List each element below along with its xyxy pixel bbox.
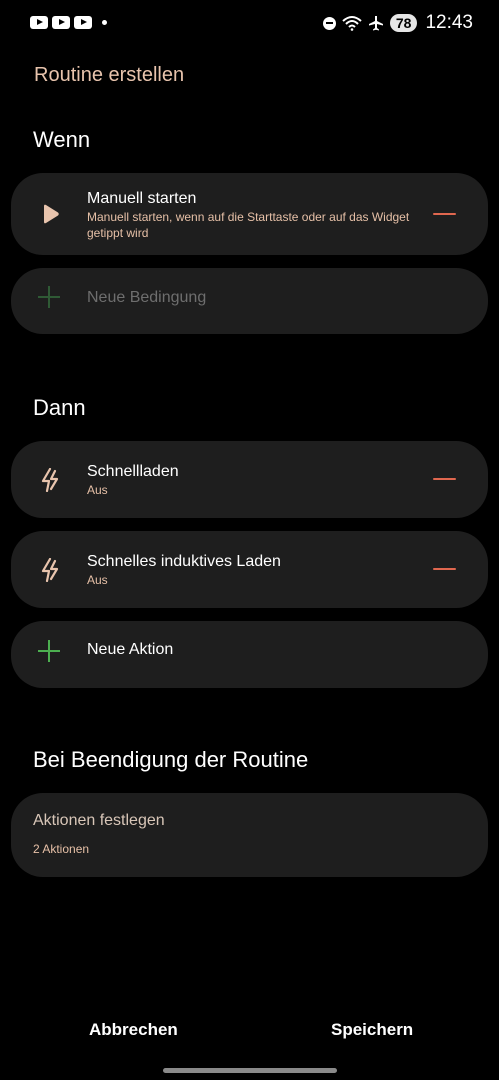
condition-card-manual-start[interactable]: Manuell starten Manuell starten, wenn au… — [11, 173, 488, 255]
status-time: 12:43 — [425, 12, 473, 33]
action-title: Schnelles induktives Laden — [87, 553, 281, 570]
plus-icon — [38, 640, 60, 662]
add-action-button[interactable]: Neue Aktion — [11, 621, 488, 688]
do-not-disturb-icon — [322, 16, 336, 30]
home-indicator[interactable] — [163, 1068, 337, 1073]
notification-icons — [30, 16, 107, 29]
action-subtitle: Aus — [87, 483, 108, 497]
cancel-button[interactable]: Abbrechen — [89, 1020, 178, 1040]
add-action-label: Neue Aktion — [87, 641, 174, 658]
add-condition-button: Neue Bedingung — [11, 268, 488, 334]
youtube-icon — [30, 16, 48, 29]
remove-condition-button[interactable] — [433, 213, 456, 215]
youtube-icon — [74, 16, 92, 29]
condition-subtitle: Manuell starten, wenn auf die Starttaste… — [87, 210, 410, 240]
more-notifications-dot — [102, 20, 107, 25]
action-title: Schnellladen — [87, 463, 179, 480]
action-card-fast-wireless-charge[interactable]: Schnelles induktives Laden Aus — [11, 531, 488, 608]
end-actions-count: 2 Aktionen — [33, 842, 90, 856]
then-section-title: Dann — [33, 395, 86, 420]
battery-indicator: 78 — [389, 14, 418, 32]
page-title: Routine erstellen — [34, 64, 185, 86]
when-section-title: Wenn — [33, 127, 91, 152]
airplane-icon — [368, 16, 383, 31]
fast-charge-icon — [41, 468, 59, 492]
end-actions-card[interactable]: Aktionen festlegen 2 Aktionen — [11, 793, 488, 877]
fast-charge-icon — [41, 558, 59, 582]
wifi-icon — [342, 16, 362, 31]
end-section-title: Bei Beendigung der Routine — [33, 747, 309, 772]
condition-title: Manuell starten — [87, 190, 197, 207]
end-actions-title: Aktionen festlegen — [33, 812, 165, 829]
system-icons: 78 12:43 — [322, 12, 473, 34]
plus-icon — [38, 286, 60, 308]
youtube-icon — [52, 16, 70, 29]
action-card-fast-charge[interactable]: Schnellladen Aus — [11, 441, 488, 518]
save-button[interactable]: Speichern — [331, 1020, 413, 1040]
remove-action-button[interactable] — [433, 478, 456, 480]
add-condition-label: Neue Bedingung — [87, 289, 207, 306]
action-subtitle: Aus — [87, 573, 108, 587]
status-bar: 78 12:43 — [0, 0, 499, 46]
remove-action-button[interactable] — [433, 568, 456, 570]
play-icon — [44, 204, 59, 224]
